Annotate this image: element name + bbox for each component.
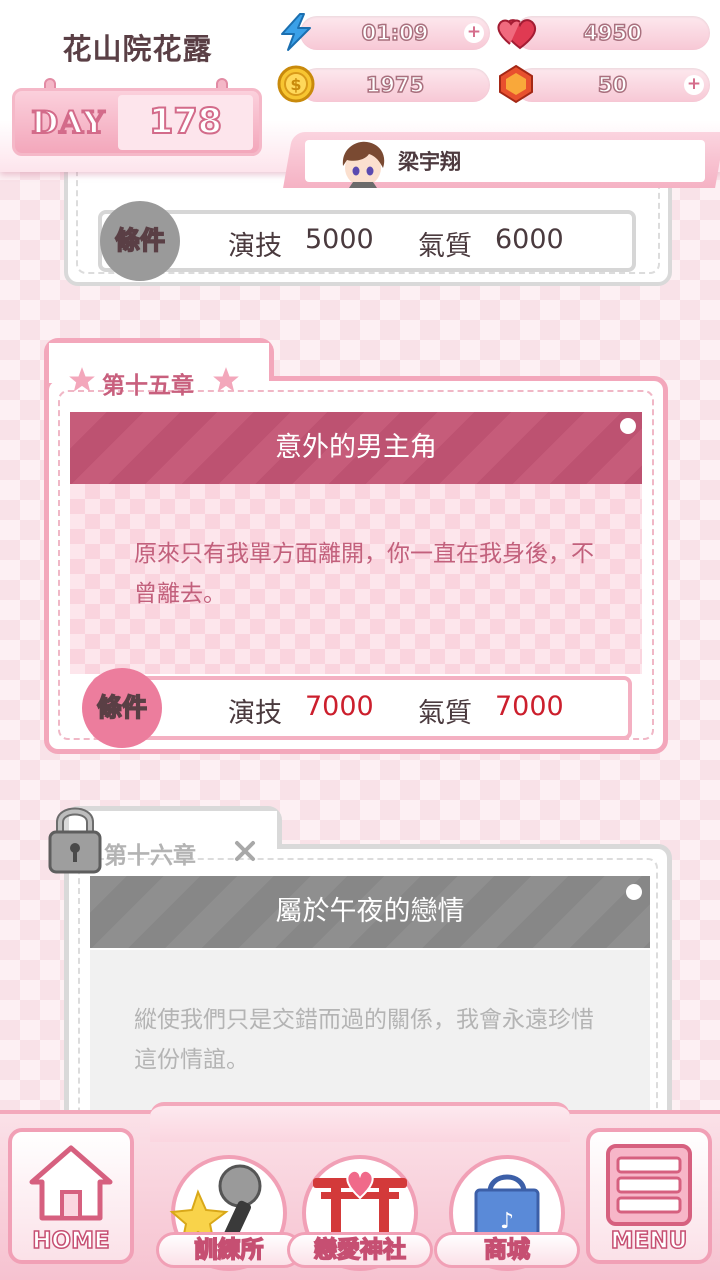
chapter-number: 第十五章 xyxy=(102,373,194,399)
lock-icon xyxy=(48,807,102,874)
gems-count: 50 xyxy=(597,72,628,98)
condition-badge: 條件 xyxy=(82,668,162,748)
partner-name: 梁宇翔 xyxy=(398,150,461,174)
status-dot xyxy=(620,418,636,434)
shop-button[interactable]: ♪ 商城 xyxy=(434,1152,580,1274)
svg-text:$: $ xyxy=(290,75,301,94)
close-icon xyxy=(235,841,255,861)
home-button[interactable]: HOME xyxy=(8,1128,134,1264)
hearts-count: 4950 xyxy=(583,20,643,46)
love-shrine-label: 戀愛神社 xyxy=(287,1232,433,1268)
menu-button[interactable]: MENU xyxy=(586,1128,712,1264)
temperament-requirement: 7000 xyxy=(495,691,564,722)
day-value: 178 xyxy=(118,95,253,150)
gem-icon xyxy=(499,64,533,104)
acting-label: 演技 xyxy=(228,231,282,262)
acting-label: 演技 xyxy=(228,698,282,729)
player-name: 花山院花露 xyxy=(62,32,213,66)
temperament-requirement: 6000 xyxy=(495,224,564,255)
day-counter: DAY 178 xyxy=(12,88,262,156)
energy-timer: 01:09 xyxy=(361,20,429,46)
chapter-description: 原來只有我單方面離開，你一直在我身後，不曾離去。 xyxy=(134,541,594,607)
star-icon xyxy=(69,367,95,392)
partner-avatar xyxy=(342,141,385,188)
top-status-header: 花山院花露 DAY 178 01:09 + 4950 1975 $ 50 + 梁… xyxy=(0,0,720,190)
home-label: HOME xyxy=(32,1227,111,1255)
coins-meter[interactable]: 1975 xyxy=(300,68,490,102)
svg-text:♪: ♪ xyxy=(500,1209,514,1234)
nav-center-tab xyxy=(150,1102,570,1142)
acting-requirement: 7000 xyxy=(305,691,374,722)
love-shrine-button[interactable]: 戀愛神社 xyxy=(287,1152,433,1274)
shop-label: 商城 xyxy=(434,1232,580,1268)
chapter-number: 第十六章 xyxy=(104,843,196,869)
add-gems-button[interactable]: + xyxy=(684,75,704,95)
double-heart-icon xyxy=(497,19,537,50)
chapter-title: 意外的男主角 xyxy=(70,412,642,484)
bottom-navigation: HOME 訓練所 戀愛神社 ♪ 商城 MENU xyxy=(0,1102,720,1280)
day-label: DAY xyxy=(30,104,106,142)
menu-label: MENU xyxy=(610,1227,688,1255)
energy-meter[interactable]: 01:09 + xyxy=(300,16,490,50)
hearts-meter[interactable]: 4950 xyxy=(515,16,710,50)
training-button[interactable]: 訓練所 xyxy=(156,1152,302,1274)
temperament-label: 氣質 xyxy=(418,698,472,729)
chapter-title: 屬於午夜的戀情 xyxy=(90,876,650,948)
gems-meter[interactable]: 50 + xyxy=(515,68,710,102)
training-label: 訓練所 xyxy=(156,1232,302,1268)
add-energy-button[interactable]: + xyxy=(464,23,484,43)
hamburger-menu-icon xyxy=(606,1144,692,1226)
condition-badge: 條件 xyxy=(100,201,180,281)
chapter-description: 縱使我們只是交錯而過的關係，我會永遠珍惜這份情誼。 xyxy=(134,1007,594,1073)
status-dot xyxy=(626,884,642,900)
lightning-icon xyxy=(281,13,311,51)
home-icon xyxy=(29,1145,113,1221)
temperament-label: 氣質 xyxy=(418,231,472,262)
coin-icon: $ xyxy=(277,65,315,103)
star-icon xyxy=(213,367,239,392)
coins-count: 1975 xyxy=(365,72,425,98)
acting-requirement: 5000 xyxy=(305,224,374,255)
